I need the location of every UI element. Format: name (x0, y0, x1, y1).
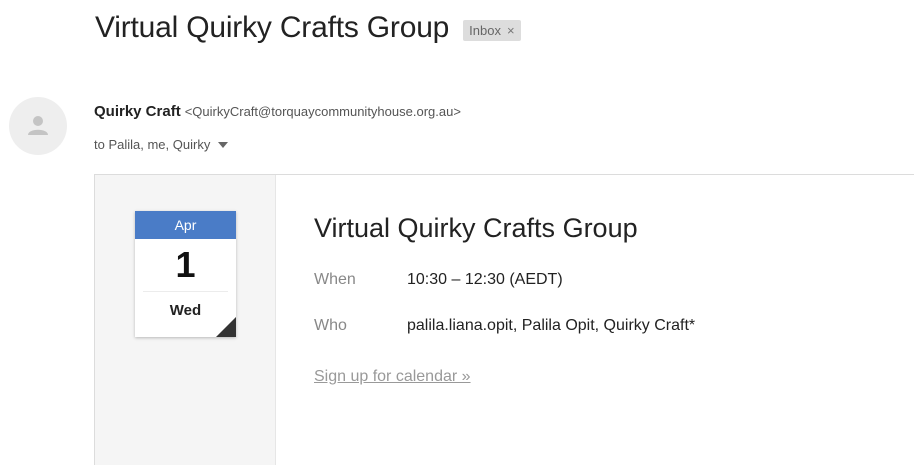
event-title: Virtual Quirky Crafts Group (314, 213, 638, 243)
email-header: Virtual Quirky Crafts Group Inbox × (95, 8, 521, 48)
who-row: Who palila.liana.opit, Palila Opit, Quirk… (314, 317, 695, 335)
sender-email: <QuirkyCraft@torquaycommunityhouse.org.a… (184, 104, 461, 119)
recipients-line: to Palila, me, Quirky (94, 137, 229, 152)
calendar-month: Apr (135, 211, 236, 239)
sender-line: Quirky Craft <QuirkyCraft@torquaycommunit… (94, 103, 461, 120)
caret-down-icon[interactable] (218, 141, 229, 148)
calendar-date-icon: Apr 1 Wed (135, 211, 236, 337)
sender-name[interactable]: Quirky Craft (94, 103, 181, 120)
email-subject: Virtual Quirky Crafts Group (95, 11, 450, 44)
invite-left-panel: Apr 1 Wed (95, 175, 276, 465)
inbox-label-chip[interactable]: Inbox × (463, 19, 521, 41)
when-row: When 10:30 – 12:30 (AEDT) (314, 271, 563, 289)
calendar-divider (143, 291, 228, 292)
sender-avatar[interactable] (9, 97, 67, 155)
calendar-day: 1 (175, 244, 196, 285)
signup-calendar-link[interactable]: Sign up for calendar » (314, 368, 471, 386)
recipients-text: to Palila, me, Quirky (94, 137, 211, 152)
when-value: 10:30 – 12:30 (AEDT) (407, 271, 563, 288)
who-label: Who (314, 317, 347, 334)
person-icon (28, 116, 48, 135)
remove-label-icon[interactable]: × (507, 23, 515, 38)
when-label: When (314, 271, 356, 288)
calendar-invite-card: Apr 1 Wed Virtual Quirky Crafts Group Wh… (94, 174, 914, 465)
label-chip-text: Inbox (469, 22, 501, 38)
calendar-page-fold (216, 317, 236, 337)
who-value: palila.liana.opit, Palila Opit, Quirky C… (407, 317, 696, 334)
